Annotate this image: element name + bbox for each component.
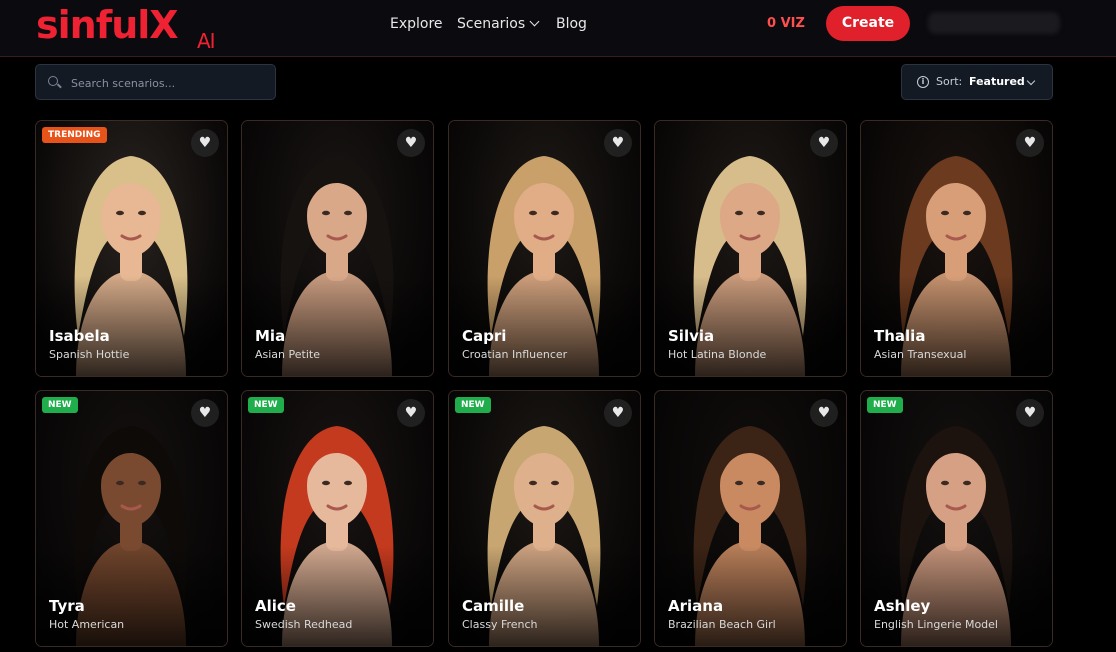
scenario-card[interactable]: ♥ Thalia Asian Transexual — [860, 120, 1053, 377]
portrait-eye — [116, 210, 124, 216]
card-subtitle: Croatian Influencer — [462, 348, 568, 361]
portrait-eye — [941, 480, 949, 486]
card-subtitle: Asian Transexual — [874, 348, 967, 361]
portrait-eye — [551, 480, 559, 486]
card-name: Mia — [255, 327, 286, 345]
nav-blog-link[interactable]: Blog — [556, 14, 587, 34]
portrait-eye — [963, 210, 971, 216]
portrait-eye — [757, 210, 765, 216]
card-subtitle: English Lingerie Model — [874, 618, 998, 631]
portrait-eye — [344, 480, 352, 486]
portrait-eye — [138, 480, 146, 486]
sort-label: Sort: — [936, 75, 963, 88]
sort-dropdown[interactable]: i Sort: Featured — [901, 64, 1053, 100]
card-subtitle: Hot American — [49, 618, 125, 631]
scenario-card[interactable]: NEW ♥ Tyra Hot American — [35, 390, 228, 647]
card-subtitle: Brazilian Beach Girl — [668, 618, 776, 631]
search-icon — [48, 76, 58, 86]
card-subtitle: Spanish Hottie — [49, 348, 130, 361]
card-name: Alice — [255, 597, 296, 615]
status-badge: NEW — [867, 397, 903, 413]
heart-icon[interactable]: ♥ — [191, 129, 219, 157]
scenario-card[interactable]: ♥ Ariana Brazilian Beach Girl — [654, 390, 847, 647]
portrait-eye — [735, 210, 743, 216]
scenario-card[interactable]: ♥ Silvia Hot Latina Blonde — [654, 120, 847, 377]
portrait-eye — [322, 480, 330, 486]
scenario-card[interactable]: ♥ Capri Croatian Influencer — [448, 120, 641, 377]
portrait-eye — [138, 210, 146, 216]
portrait-eye — [529, 480, 537, 486]
scenario-card[interactable]: TRENDING ♥ Isabela Spanish Hottie — [35, 120, 228, 377]
heart-icon[interactable]: ♥ — [191, 399, 219, 427]
logo-ai-suffix: AI — [197, 29, 216, 53]
chevron-down-icon — [529, 16, 540, 27]
card-name: Thalia — [874, 327, 926, 345]
status-badge: TRENDING — [42, 127, 107, 143]
heart-icon[interactable]: ♥ — [1016, 399, 1044, 427]
status-badge: NEW — [42, 397, 78, 413]
card-name: Tyra — [49, 597, 85, 615]
heart-icon[interactable]: ♥ — [397, 399, 425, 427]
user-profile-blurred[interactable] — [928, 12, 1060, 34]
nav-scenarios-label: Scenarios — [457, 16, 526, 32]
heart-icon[interactable]: ♥ — [604, 399, 632, 427]
scenario-card[interactable]: NEW ♥ Camille Classy French — [448, 390, 641, 647]
card-subtitle: Asian Petite — [255, 348, 320, 361]
card-name: Camille — [462, 597, 525, 615]
portrait-eye — [551, 210, 559, 216]
card-subtitle: Swedish Redhead — [255, 618, 353, 631]
heart-icon[interactable]: ♥ — [604, 129, 632, 157]
portrait-eye — [116, 480, 124, 486]
status-badge: NEW — [248, 397, 284, 413]
portrait-eye — [941, 210, 949, 216]
search-box[interactable] — [35, 64, 276, 100]
sort-value: Featured — [969, 75, 1025, 88]
heart-icon[interactable]: ♥ — [810, 129, 838, 157]
nav-explore-link[interactable]: Explore — [390, 14, 443, 34]
portrait-eye — [344, 210, 352, 216]
create-button[interactable]: Create — [826, 6, 910, 41]
portrait-eye — [322, 210, 330, 216]
card-name: Ariana — [668, 597, 724, 615]
card-name: Ashley — [874, 597, 931, 615]
card-subtitle: Classy French — [462, 618, 538, 631]
portrait-eye — [757, 480, 765, 486]
heart-icon[interactable]: ♥ — [1016, 129, 1044, 157]
viz-balance[interactable]: 0 VIZ — [767, 14, 805, 34]
info-icon: i — [917, 76, 929, 88]
top-navbar: sinfulX AI Explore Scenarios Blog 0 VIZ … — [0, 0, 1116, 57]
portrait-eye — [963, 480, 971, 486]
logo[interactable]: sinfulX — [36, 2, 179, 48]
card-subtitle: Hot Latina Blonde — [668, 348, 767, 361]
card-name: Silvia — [668, 327, 715, 345]
nav-scenarios-dropdown[interactable]: Scenarios — [457, 14, 540, 34]
search-input[interactable] — [69, 73, 268, 93]
heart-icon[interactable]: ♥ — [810, 399, 838, 427]
scenario-card[interactable]: NEW ♥ Alice Swedish Redhead — [241, 390, 434, 647]
portrait-eye — [735, 480, 743, 486]
chevron-down-icon — [1026, 76, 1036, 86]
status-badge: NEW — [455, 397, 491, 413]
portrait-eye — [529, 210, 537, 216]
card-name: Capri — [462, 327, 507, 345]
scenario-card[interactable]: NEW ♥ Ashley English Lingerie Model — [860, 390, 1053, 647]
scenario-card[interactable]: ♥ Mia Asian Petite — [241, 120, 434, 377]
heart-icon[interactable]: ♥ — [397, 129, 425, 157]
card-name: Isabela — [49, 327, 110, 345]
